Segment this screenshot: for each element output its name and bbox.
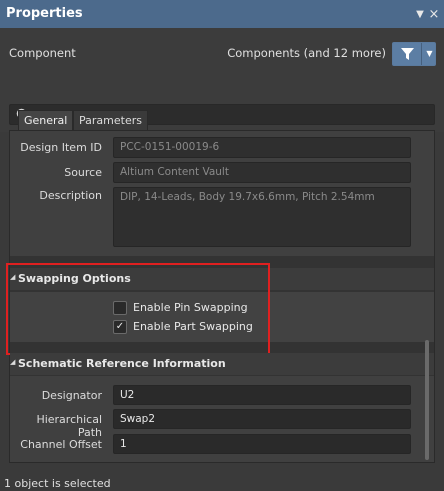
part-swapping-checkbox[interactable]: ✓ [113, 320, 127, 334]
collapse-arrow-icon: ◢ [10, 273, 16, 281]
vertical-scrollbar[interactable] [425, 340, 429, 460]
hierarchical-path-value: Swap2 [120, 413, 156, 425]
pin-swapping-label: Enable Pin Swapping [133, 301, 248, 314]
design-item-id-label: Design Item ID [20, 141, 102, 154]
channel-offset-value: 1 [120, 438, 127, 450]
designator-field[interactable]: U2 [113, 385, 411, 405]
source-field: Altium Content Vault [113, 162, 411, 183]
filter-dropdown-icon[interactable]: ▼ [423, 43, 436, 65]
pin-swapping-checkbox[interactable] [113, 301, 127, 315]
collapse-arrow-icon: ◢ [10, 358, 16, 366]
status-bar: 1 object is selected [0, 470, 444, 491]
schematic-reference-header[interactable]: ◢ Schematic Reference Information [10, 353, 434, 375]
tab-parameters[interactable]: Parameters [73, 110, 148, 130]
tab-general[interactable]: General [18, 110, 74, 130]
design-item-id-value: PCC-0151-00019-6 [120, 141, 220, 153]
designator-value: U2 [120, 389, 135, 401]
part-swapping-label: Enable Part Swapping [133, 320, 253, 333]
pin-swapping-option[interactable]: Enable Pin Swapping [113, 301, 263, 317]
source-label: Source [64, 166, 102, 179]
part-swapping-option[interactable]: ✓ Enable Part Swapping [113, 320, 263, 336]
design-item-id-field: PCC-0151-00019-6 [113, 137, 411, 158]
filter-summary: Components (and 12 more) [227, 46, 386, 60]
description-label: Description [39, 189, 102, 202]
designator-label: Designator [41, 389, 102, 402]
component-label: Component [9, 46, 76, 60]
schematic-reference-title: Schematic Reference Information [18, 357, 226, 370]
close-icon[interactable]: × [428, 8, 440, 21]
description-value: DIP, 14-Leads, Body 19.7x6.6mm, Pitch 2.… [120, 191, 375, 203]
dropdown-arrow-icon[interactable]: ▼ [414, 9, 426, 21]
panel-title: Properties [6, 6, 83, 21]
hierarchical-path-field[interactable]: Swap2 [113, 409, 411, 429]
swapping-options-title: Swapping Options [18, 272, 131, 285]
description-field: DIP, 14-Leads, Body 19.7x6.6mm, Pitch 2.… [113, 187, 411, 247]
channel-offset-label: Channel Offset [20, 438, 102, 451]
source-value: Altium Content Vault [120, 166, 229, 178]
filter-icon [393, 43, 422, 65]
hierarchical-path-label: Hierarchical Path [36, 413, 102, 439]
selection-status: 1 object is selected [4, 477, 111, 490]
swapping-options-header[interactable]: ◢ Swapping Options [10, 268, 434, 290]
properties-title-bar: Properties ▼ × [0, 0, 444, 28]
component-filter-button[interactable]: ▼ [392, 42, 436, 66]
tab-bar: General Parameters [9, 110, 435, 132]
channel-offset-field[interactable]: 1 [113, 434, 411, 454]
